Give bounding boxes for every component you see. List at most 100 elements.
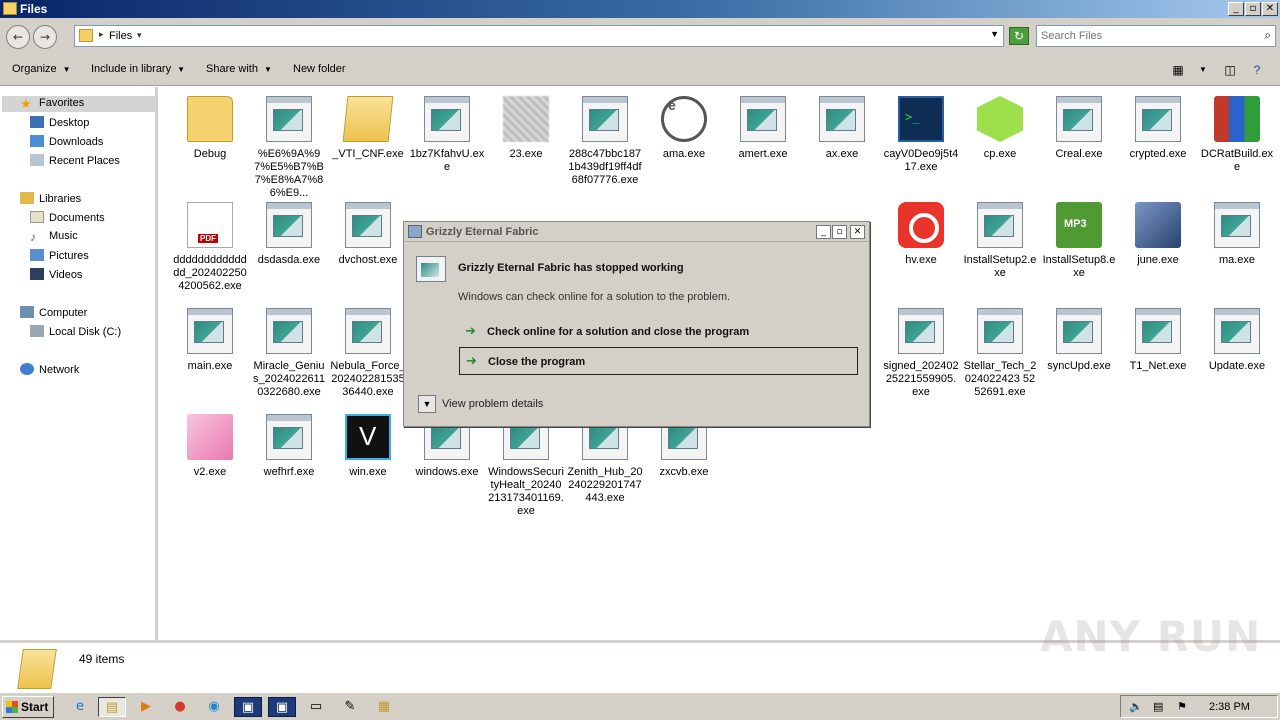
chevron-right-icon[interactable]: ▸: [99, 29, 104, 40]
file-item[interactable]: Zenith_Hub_20240229201747443.exe: [567, 414, 643, 505]
address-bar[interactable]: ▸ Files ▾ ▼: [74, 25, 1004, 47]
flag-icon[interactable]: ⚑: [1177, 700, 1187, 713]
address-dropdown-icon[interactable]: ▼: [990, 29, 999, 39]
file-item[interactable]: cayV0Deo9j5t417.exe: [883, 96, 959, 174]
file-item[interactable]: Debug: [172, 96, 248, 161]
minimize-button[interactable]: _: [1228, 2, 1244, 16]
volume-icon[interactable]: 🔈: [1129, 700, 1143, 713]
file-item[interactable]: june.exe: [1120, 202, 1196, 267]
sidebar-item-desktop[interactable]: Desktop: [30, 116, 89, 132]
edge-icon[interactable]: ◉: [200, 697, 228, 717]
file-item[interactable]: InstallSetup8.exe: [1041, 202, 1117, 280]
file-item[interactable]: wefhrf.exe: [251, 414, 327, 479]
network-tray-icon[interactable]: ▤: [1153, 700, 1163, 713]
file-item[interactable]: Update.exe: [1199, 308, 1275, 373]
back-button[interactable]: ←: [6, 25, 30, 49]
chevron-down-icon[interactable]: ▼: [418, 395, 436, 413]
close-button[interactable]: ✕: [1262, 2, 1278, 16]
file-item[interactable]: Miracle_Genius_20240226110322680.exe: [251, 308, 327, 399]
chevron-down-icon[interactable]: ▼: [1194, 62, 1212, 78]
file-item[interactable]: dvchost.exe: [330, 202, 406, 267]
share-with-menu[interactable]: Share with ▼: [206, 63, 272, 75]
file-item[interactable]: InstallSetup2.exe: [962, 202, 1038, 280]
new-folder-button[interactable]: New folder: [293, 63, 346, 75]
app-taskbar-button[interactable]: ▣: [234, 697, 262, 717]
file-item[interactable]: amert.exe: [725, 96, 801, 161]
help-icon[interactable]: ?: [1248, 62, 1266, 78]
file-item[interactable]: WindowsSecurityHealt_20240213173401169.e…: [488, 414, 564, 518]
file-item[interactable]: win.exe: [330, 414, 406, 479]
chevron-down-icon: ▼: [263, 65, 272, 74]
media-player-icon[interactable]: ▶: [132, 697, 160, 717]
clock[interactable]: 2:38 PM: [1209, 701, 1250, 713]
close-program-option[interactable]: ➜ Close the program: [459, 347, 858, 375]
search-box[interactable]: ⌕: [1036, 25, 1276, 47]
sidebar-item-libraries[interactable]: Libraries: [20, 192, 81, 208]
file-item[interactable]: Creal.exe: [1041, 96, 1117, 161]
file-item[interactable]: T1_Net.exe: [1120, 308, 1196, 373]
file-name: Miracle_Genius_20240226110322680.exe: [253, 360, 325, 398]
app-taskbar-button[interactable]: ▭: [302, 697, 330, 717]
file-item[interactable]: crypted.exe: [1120, 96, 1196, 161]
file-item[interactable]: DCRatBuild.exe: [1199, 96, 1275, 174]
file-item[interactable]: signed_20240225221559905.exe: [883, 308, 959, 399]
file-item[interactable]: v2.exe: [172, 414, 248, 479]
search-input[interactable]: [1041, 27, 1251, 45]
file-item[interactable]: dsdasda.exe: [251, 202, 327, 267]
view-problem-details-link[interactable]: View problem details: [442, 398, 543, 410]
sidebar-item-documents[interactable]: Documents: [30, 211, 105, 227]
sidebar-item-label: Music: [49, 230, 78, 242]
refresh-icon[interactable]: ↻: [1009, 27, 1029, 45]
star-icon: ★: [20, 96, 32, 111]
file-item[interactable]: 23.exe: [488, 96, 564, 161]
file-item[interactable]: syncUpd.exe: [1041, 308, 1117, 373]
app-taskbar-button[interactable]: ▦: [370, 697, 398, 717]
sidebar-item-recent-places[interactable]: Recent Places: [30, 154, 120, 170]
file-item[interactable]: ax.exe: [804, 96, 880, 161]
file-item[interactable]: ma.exe: [1199, 202, 1275, 267]
preview-pane-icon[interactable]: ◫: [1221, 62, 1239, 78]
internet-explorer-icon[interactable]: e: [66, 697, 94, 717]
file-item[interactable]: hv.exe: [883, 202, 959, 267]
start-button[interactable]: Start: [2, 696, 54, 718]
file-item[interactable]: _VTI_CNF.exe: [330, 96, 406, 161]
explorer-taskbar-button[interactable]: ▤: [98, 697, 126, 717]
exe-icon: [266, 414, 312, 460]
file-item[interactable]: 288c47bbc1871b439df19ff4df68f07776.exe: [567, 96, 643, 187]
sidebar-item-music[interactable]: ♪ Music: [30, 230, 78, 246]
view-options-icon[interactable]: ▦: [1169, 62, 1187, 78]
sidebar-item-computer[interactable]: Computer: [20, 306, 87, 322]
file-item[interactable]: Stellar_Tech_2024022423 5252691.exe: [962, 308, 1038, 399]
file-item[interactable]: dddddddddddddd_2024022504200562.exe: [172, 202, 248, 293]
forward-button[interactable]: →: [33, 25, 57, 49]
address-path[interactable]: Files: [109, 30, 132, 42]
check-online-option[interactable]: ➜ Check online for a solution and close …: [459, 318, 858, 346]
sidebar-item-downloads[interactable]: Downloads: [30, 135, 103, 151]
file-item[interactable]: main.exe: [172, 308, 248, 373]
file-item[interactable]: Nebula_Force_20240228153536440.exe: [330, 308, 406, 399]
app-taskbar-button[interactable]: ▣: [268, 697, 296, 717]
window-titlebar[interactable]: Files _ ▫ ✕: [0, 0, 1280, 18]
dialog-titlebar[interactable]: Grizzly Eternal Fabric _ ▫ ✕: [404, 222, 869, 242]
include-in-library-menu[interactable]: Include in library ▼: [91, 63, 185, 75]
sidebar-item-favorites[interactable]: ★ Favorites: [2, 96, 156, 112]
maximize-button[interactable]: ▫: [1245, 2, 1261, 16]
chrome-icon[interactable]: ●: [166, 697, 194, 717]
file-item[interactable]: 1bz7KfahvU.exe: [409, 96, 485, 174]
dialog-minimize-button[interactable]: _: [816, 225, 831, 239]
app-taskbar-button[interactable]: ✎: [336, 697, 364, 717]
file-name: dddddddddddddd_2024022504200562.exe: [173, 254, 247, 292]
dialog-maximize-button[interactable]: ▫: [832, 225, 847, 239]
sidebar-item-local-disk[interactable]: Local Disk (C:): [30, 325, 121, 341]
sidebar-item-videos[interactable]: Videos: [30, 268, 82, 284]
search-icon[interactable]: ⌕: [1264, 28, 1271, 43]
file-item[interactable]: cp.exe: [962, 96, 1038, 161]
dialog-close-button[interactable]: ✕: [850, 225, 865, 239]
organize-menu[interactable]: Organize ▼: [12, 63, 71, 75]
chevron-down-icon[interactable]: ▾: [137, 30, 142, 41]
sidebar-item-network[interactable]: Network: [20, 363, 79, 379]
file-item[interactable]: %E6%9A%97%E5%B7%B7%E8%A7%86%E9...: [251, 96, 327, 200]
pink-box-icon: [187, 414, 233, 460]
file-item[interactable]: ama.exe: [646, 96, 722, 161]
sidebar-item-pictures[interactable]: Pictures: [30, 249, 89, 265]
